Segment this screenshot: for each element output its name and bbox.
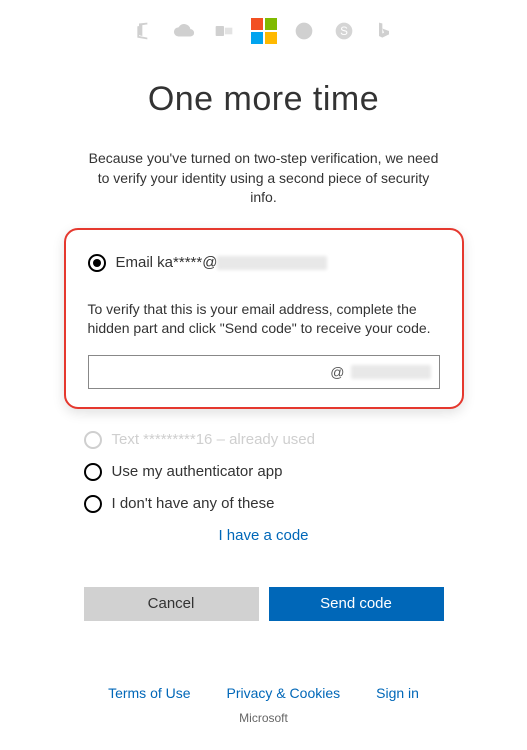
email-verification-box: Email ka*****@ To verify that this is yo… xyxy=(64,228,464,409)
option-none[interactable]: I don't have any of these xyxy=(84,495,444,513)
radio-icon[interactable] xyxy=(84,495,102,513)
option-none-label: I don't have any of these xyxy=(112,495,275,512)
footer-brand: Microsoft xyxy=(0,711,527,725)
option-text-disabled: Text *********16 – already used xyxy=(84,431,444,449)
radio-icon xyxy=(84,431,102,449)
email-input[interactable] xyxy=(97,364,331,380)
other-options: Text *********16 – already used Use my a… xyxy=(84,417,444,545)
button-row: Cancel Send code xyxy=(84,587,444,621)
terms-link[interactable]: Terms of Use xyxy=(108,685,190,701)
skype-icon[interactable]: S xyxy=(333,20,355,42)
option-email-label: Email ka*****@ xyxy=(116,254,218,271)
office-icon[interactable] xyxy=(133,20,155,42)
have-code-wrapper: I have a code xyxy=(84,527,444,545)
privacy-link[interactable]: Privacy & Cookies xyxy=(227,685,341,701)
obscured-suffix xyxy=(351,365,431,379)
radio-icon[interactable] xyxy=(84,463,102,481)
outlook-icon[interactable] xyxy=(213,20,235,42)
footer-links: Terms of Use Privacy & Cookies Sign in xyxy=(0,685,527,701)
send-code-button[interactable]: Send code xyxy=(269,587,444,621)
top-icon-bar: S xyxy=(133,20,395,42)
option-email[interactable]: Email ka*****@ xyxy=(88,254,440,272)
email-input-wrapper: @ xyxy=(88,355,440,389)
radio-icon[interactable] xyxy=(88,254,106,272)
xbox-icon[interactable] xyxy=(293,20,315,42)
page-title: One more time xyxy=(148,80,379,119)
option-authenticator[interactable]: Use my authenticator app xyxy=(84,463,444,481)
subtitle-text: Because you've turned on two-step verifi… xyxy=(84,149,444,208)
svg-text:S: S xyxy=(340,25,348,38)
cancel-button[interactable]: Cancel xyxy=(84,587,259,621)
onedrive-icon[interactable] xyxy=(173,20,195,42)
bing-icon[interactable] xyxy=(373,20,395,42)
obscured-domain xyxy=(217,256,327,270)
option-text-label: Text *********16 – already used xyxy=(112,431,315,448)
signin-link[interactable]: Sign in xyxy=(376,685,419,701)
option-authenticator-label: Use my authenticator app xyxy=(112,463,283,480)
footer: Terms of Use Privacy & Cookies Sign in M… xyxy=(0,685,527,735)
microsoft-logo-icon[interactable] xyxy=(253,20,275,42)
at-symbol: @ xyxy=(330,364,344,380)
have-code-link[interactable]: I have a code xyxy=(218,527,308,544)
verify-instructions: To verify that this is your email addres… xyxy=(88,300,440,339)
